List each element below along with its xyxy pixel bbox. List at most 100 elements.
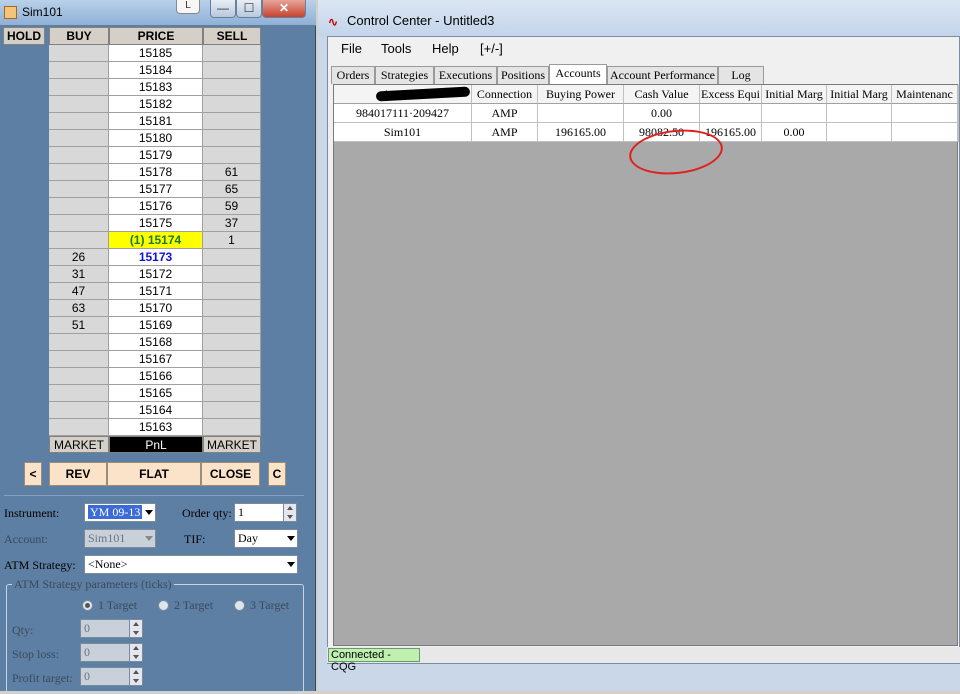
sell-cell[interactable] — [203, 368, 261, 385]
price-cell[interactable]: 15166 — [109, 368, 203, 385]
close-position-button[interactable]: CLOSE — [201, 462, 260, 486]
target3-radio[interactable] — [234, 600, 245, 611]
buy-cell[interactable] — [49, 351, 109, 368]
price-cell[interactable]: 15184 — [109, 62, 203, 79]
menu-tools[interactable]: Tools — [381, 41, 411, 56]
profit-target-input[interactable]: 0 — [80, 667, 130, 686]
price-cell[interactable]: 15169 — [109, 317, 203, 334]
sell-cell[interactable] — [203, 317, 261, 334]
tab-executions[interactable]: Executions — [434, 66, 497, 84]
column-header[interactable]: Initial Marg — [762, 85, 827, 104]
sell-cell[interactable] — [203, 249, 261, 266]
sell-cell[interactable]: 37 — [203, 215, 261, 232]
cancel-all-button[interactable]: C — [268, 462, 286, 486]
buy-cell[interactable] — [49, 232, 109, 249]
sell-cell[interactable] — [203, 283, 261, 300]
column-header[interactable]: Buying Power — [538, 85, 624, 104]
sell-cell[interactable] — [203, 402, 261, 419]
instrument-select[interactable]: YM 09-13 — [84, 503, 156, 522]
sell-cell[interactable]: 65 — [203, 181, 261, 198]
qty-input[interactable]: 0 — [80, 619, 130, 638]
atm-strategy-select[interactable]: <None> — [84, 555, 298, 574]
price-cell[interactable]: 15175 — [109, 215, 203, 232]
price-cell[interactable]: 15182 — [109, 96, 203, 113]
menu-file[interactable]: File — [341, 41, 362, 56]
sell-cell[interactable] — [203, 419, 261, 436]
price-cell[interactable]: 15171 — [109, 283, 203, 300]
menu-expand[interactable]: [+/-] — [480, 41, 503, 56]
sell-cell[interactable] — [203, 113, 261, 130]
order-qty-stepper[interactable] — [283, 503, 297, 522]
sell-cell[interactable] — [203, 300, 261, 317]
close-icon[interactable]: ✕ — [262, 0, 306, 18]
buy-cell[interactable] — [49, 79, 109, 96]
pnl-display[interactable]: PnL — [109, 436, 203, 453]
hold-header[interactable]: HOLD — [3, 27, 45, 45]
sell-cell[interactable]: 61 — [203, 164, 261, 181]
price-cell[interactable]: 15173 — [109, 249, 203, 266]
order-qty-input[interactable]: 1 — [234, 503, 284, 522]
target2-radio[interactable] — [158, 600, 169, 611]
profit-target-stepper[interactable] — [129, 667, 143, 686]
link-button[interactable]: L — [176, 0, 200, 14]
buy-cell[interactable] — [49, 164, 109, 181]
qty-stepper[interactable] — [129, 619, 143, 638]
price-cell[interactable]: 15163 — [109, 419, 203, 436]
buy-cell[interactable]: 47 — [49, 283, 109, 300]
stop-loss-input[interactable]: 0 — [80, 643, 130, 662]
market-buy-button[interactable]: MARKET — [49, 436, 109, 453]
buy-cell[interactable] — [49, 419, 109, 436]
sell-cell[interactable] — [203, 147, 261, 164]
price-cell[interactable]: 15177 — [109, 181, 203, 198]
buy-cell[interactable]: 63 — [49, 300, 109, 317]
buy-cell[interactable]: 51 — [49, 317, 109, 334]
column-header[interactable]: Connection — [472, 85, 538, 104]
price-cell[interactable]: 15167 — [109, 351, 203, 368]
buy-cell[interactable] — [49, 385, 109, 402]
price-cell[interactable]: (1) 15174 — [109, 232, 203, 249]
sell-cell[interactable] — [203, 130, 261, 147]
price-cell[interactable]: 15185 — [109, 45, 203, 62]
sell-cell[interactable] — [203, 45, 261, 62]
tab-accounts[interactable]: Accounts — [549, 64, 607, 85]
sell-cell[interactable] — [203, 266, 261, 283]
column-header[interactable]: Maintenanc — [892, 85, 958, 104]
table-row[interactable]: 984017111·209427 AMP 0.00 — [334, 104, 959, 123]
buy-cell[interactable] — [49, 130, 109, 147]
minimize-icon[interactable]: — — [210, 0, 236, 18]
buy-cell[interactable] — [49, 334, 109, 351]
sell-cell[interactable] — [203, 96, 261, 113]
buy-cell[interactable] — [49, 113, 109, 130]
sell-cell[interactable]: 59 — [203, 198, 261, 215]
buy-cell[interactable] — [49, 96, 109, 113]
column-header[interactable]: Excess Equi — [700, 85, 762, 104]
buy-cell[interactable] — [49, 215, 109, 232]
cc-title-bar[interactable]: ∿ Control Center - Untitled3 — [318, 0, 960, 36]
dom-title-bar[interactable]: Sim101 L — ☐ ✕ — [0, 0, 316, 26]
sell-cell[interactable] — [203, 334, 261, 351]
price-cell[interactable]: 15164 — [109, 402, 203, 419]
sell-cell[interactable]: 1 — [203, 232, 261, 249]
menu-help[interactable]: Help — [432, 41, 459, 56]
price-cell[interactable]: 15168 — [109, 334, 203, 351]
price-cell[interactable]: 15170 — [109, 300, 203, 317]
price-cell[interactable]: 15165 — [109, 385, 203, 402]
collapse-button[interactable]: < — [24, 462, 42, 486]
flat-button[interactable]: FLAT — [107, 462, 201, 486]
tif-select[interactable]: Day — [234, 529, 298, 548]
account-select[interactable]: Sim101 — [84, 529, 156, 548]
price-cell[interactable]: 15180 — [109, 130, 203, 147]
tab-orders[interactable]: Orders — [331, 66, 375, 84]
price-cell[interactable]: 15176 — [109, 198, 203, 215]
column-header[interactable]: Initial Marg — [827, 85, 892, 104]
buy-cell[interactable]: 26 — [49, 249, 109, 266]
buy-cell[interactable] — [49, 198, 109, 215]
sell-cell[interactable] — [203, 62, 261, 79]
target1-radio[interactable] — [82, 600, 93, 611]
sell-cell[interactable] — [203, 351, 261, 368]
price-cell[interactable]: 15181 — [109, 113, 203, 130]
price-cell[interactable]: 15172 — [109, 266, 203, 283]
market-sell-button[interactable]: MARKET — [203, 436, 261, 453]
price-cell[interactable]: 15178 — [109, 164, 203, 181]
maximize-icon[interactable]: ☐ — [236, 0, 262, 18]
